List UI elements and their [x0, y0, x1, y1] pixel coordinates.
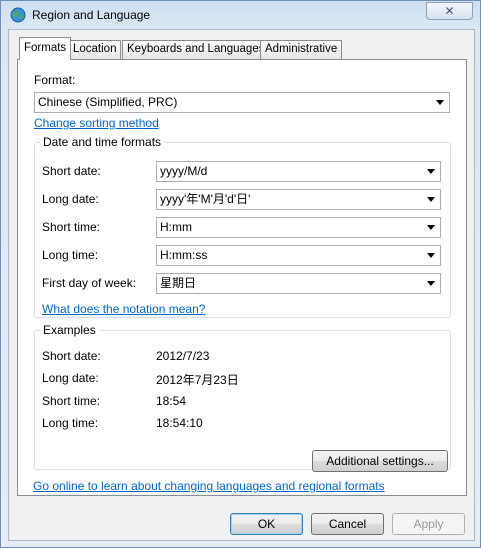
example-short-date-label: Short date: — [42, 349, 101, 363]
example-long-date-value: 2012年7月23日 — [156, 373, 239, 387]
first-day-of-week-value: 星期日 — [160, 276, 197, 290]
cancel-button[interactable]: Cancel — [311, 513, 384, 535]
chevron-down-icon — [436, 100, 444, 105]
change-sorting-method-link[interactable]: Change sorting method — [34, 116, 159, 130]
date-time-formats-title: Date and time formats — [40, 135, 165, 149]
long-date-format-value: yyyy'年'M'月'd'日' — [160, 192, 251, 206]
chevron-down-icon — [427, 281, 435, 286]
chevron-down-icon — [427, 225, 435, 230]
close-button[interactable]: ✕ — [426, 2, 473, 20]
first-day-of-week-label: First day of week: — [42, 276, 137, 290]
ok-button[interactable]: OK — [230, 513, 303, 535]
notation-help-link[interactable]: What does the notation mean? — [42, 302, 205, 316]
chevron-down-icon — [427, 253, 435, 258]
region-language-window: Region and Language ✕ Formats Location K… — [0, 0, 481, 548]
globe-icon — [10, 7, 26, 23]
title-bar[interactable]: Region and Language ✕ — [1, 1, 481, 29]
example-short-date-value: 2012/7/23 — [156, 349, 210, 363]
chevron-down-icon — [427, 197, 435, 202]
format-label: Format: — [34, 73, 76, 87]
example-long-time-value: 18:54:10 — [156, 416, 203, 430]
formats-tab-panel: Format: Chinese (Simplified, PRC) Change… — [17, 59, 467, 496]
example-long-time-label: Long time: — [42, 416, 99, 430]
short-time-format-value: H:mm — [160, 220, 192, 234]
examples-title: Examples — [40, 323, 99, 337]
tab-location[interactable]: Location — [68, 40, 122, 59]
long-time-format-value: H:mm:ss — [160, 248, 208, 262]
format-dropdown[interactable]: Chinese (Simplified, PRC) — [34, 92, 450, 113]
short-date-dropdown[interactable]: yyyy/M/d — [156, 161, 441, 182]
first-day-of-week-dropdown[interactable]: 星期日 — [156, 273, 441, 294]
long-time-dropdown[interactable]: H:mm:ss — [156, 245, 441, 266]
long-date-dropdown[interactable]: yyyy'年'M'月'd'日' — [156, 189, 441, 210]
apply-button[interactable]: Apply — [392, 513, 465, 535]
example-short-time-label: Short time: — [42, 394, 101, 408]
additional-settings-button[interactable]: Additional settings... — [312, 450, 448, 472]
short-date-format-value: yyyy/M/d — [160, 164, 208, 178]
tab-formats[interactable]: Formats — [19, 37, 72, 60]
window-title: Region and Language — [32, 8, 151, 22]
format-value: Chinese (Simplified, PRC) — [38, 95, 178, 109]
tab-administrative[interactable]: Administrative — [260, 40, 343, 59]
example-short-time-value: 18:54 — [156, 394, 187, 408]
tab-keyboards-and-languages[interactable]: Keyboards and Languages — [122, 40, 270, 59]
short-time-label: Short time: — [42, 220, 101, 234]
chevron-down-icon — [427, 169, 435, 174]
short-date-label: Short date: — [42, 164, 101, 178]
close-icon: ✕ — [444, 4, 455, 18]
short-time-dropdown[interactable]: H:mm — [156, 217, 441, 238]
online-learn-more-link[interactable]: Go online to learn about changing langua… — [33, 479, 385, 493]
long-time-label: Long time: — [42, 248, 99, 262]
long-date-label: Long date: — [42, 192, 99, 206]
example-long-date-label: Long date: — [42, 371, 99, 385]
dialog-client-area: Formats Location Keyboards and Languages… — [8, 29, 475, 541]
